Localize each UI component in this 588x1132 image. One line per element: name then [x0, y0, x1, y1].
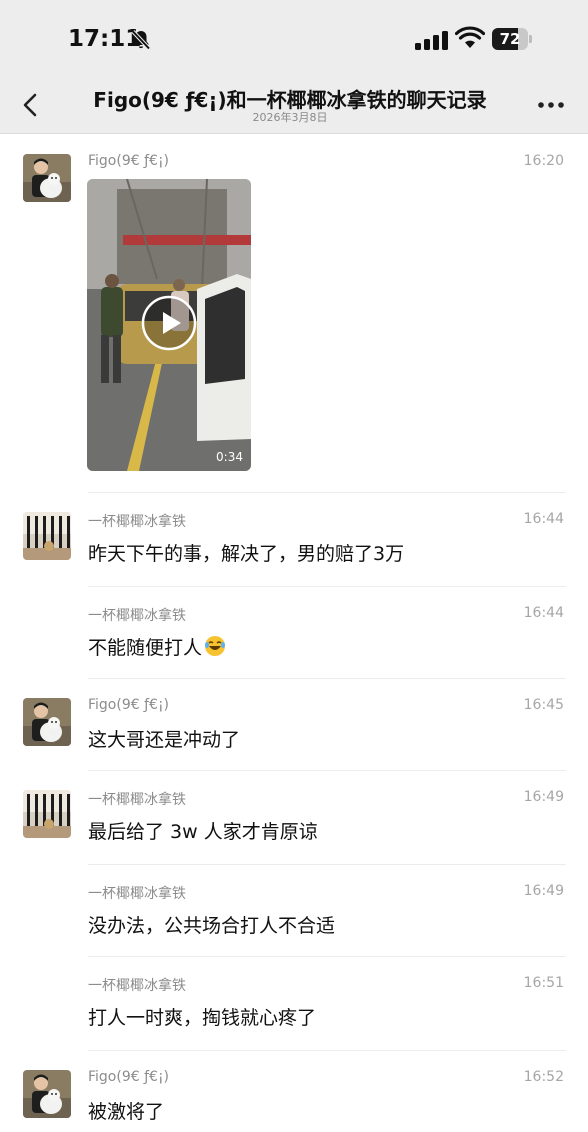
sender-name: Figo(9€ ƒ€¡)	[88, 697, 170, 713]
message-divider	[88, 586, 566, 587]
chat-message: 一杯椰椰冰拿铁 16:51 打人一时爽，掏钱就心疼了	[0, 956, 588, 1050]
chat-history-date: 2026年3月8日	[252, 111, 328, 124]
message-text: 昨天下午的事，解决了，男的赔了3万	[88, 543, 405, 565]
play-icon[interactable]	[141, 295, 197, 351]
sender-name: 一杯椰椰冰拿铁	[88, 978, 186, 994]
message-text: 没办法，公共场合打人不合适	[88, 915, 336, 937]
message-text: 这大哥还是冲动了	[88, 729, 241, 751]
avatar[interactable]	[23, 790, 71, 838]
more-options-icon[interactable]	[536, 100, 566, 110]
message-divider	[88, 956, 566, 957]
cellular-signal-icon	[415, 31, 448, 50]
sender-name: 一杯椰椰冰拿铁	[88, 608, 186, 624]
message-divider	[88, 678, 566, 679]
chat-message: 一杯椰椰冰拿铁 16:44 不能随便打人	[0, 586, 588, 678]
avatar[interactable]	[23, 512, 71, 560]
chat-message: Figo(9€ ƒ€¡) 16:45 这大哥还是冲动了	[0, 678, 588, 770]
battery-level-label: 72	[499, 30, 521, 48]
laughing-tears-emoji-icon	[205, 636, 226, 656]
nav-bar: Figo(9€ ƒ€¡)和一杯椰椰冰拿铁的聊天记录 2026年3月8日	[0, 80, 588, 134]
message-time: 16:44	[523, 511, 564, 527]
chat-message: 一杯椰椰冰拿铁 16:49 没办法，公共场合打人不合适	[0, 864, 588, 956]
back-chevron-icon[interactable]	[18, 90, 44, 120]
avatar-room-icon	[23, 512, 71, 560]
message-divider	[88, 1050, 566, 1051]
message-time: 16:44	[523, 605, 564, 621]
message-text: 不能随便打人	[88, 637, 203, 659]
message-time: 16:45	[523, 697, 564, 713]
message-text: 被激将了	[88, 1101, 165, 1123]
avatar[interactable]	[23, 154, 71, 202]
avatar[interactable]	[23, 698, 71, 746]
avatar[interactable]	[23, 1070, 71, 1118]
message-time: 16:51	[523, 975, 564, 991]
video-message-thumbnail[interactable]: 0:34	[87, 179, 251, 471]
message-text: 最后给了 3w 人家才肯原谅	[88, 821, 318, 843]
avatar-figo-icon	[23, 1070, 71, 1118]
message-divider	[88, 864, 566, 865]
sender-name: 一杯椰椰冰拿铁	[88, 514, 186, 530]
chat-message: 一杯椰椰冰拿铁 16:49 最后给了 3w 人家才肯原谅	[0, 770, 588, 864]
avatar-figo-icon	[23, 154, 71, 202]
chat-message: Figo(9€ ƒ€¡) 16:52 被激将了	[0, 1050, 588, 1132]
battery-indicator: 72	[492, 28, 532, 50]
bell-muted-icon	[131, 30, 151, 50]
avatar-figo-icon	[23, 698, 71, 746]
message-time: 16:20	[523, 153, 564, 169]
sender-name: Figo(9€ ƒ€¡)	[88, 153, 170, 169]
avatar-room-icon	[23, 790, 71, 838]
message-time: 16:49	[523, 883, 564, 899]
message-time: 16:49	[523, 789, 564, 805]
message-divider	[88, 770, 566, 771]
status-bar: 17:11 72	[0, 0, 588, 80]
wifi-icon	[455, 26, 485, 48]
message-divider	[88, 492, 566, 493]
chat-message: 一杯椰椰冰拿铁 16:44 昨天下午的事，解决了，男的赔了3万	[0, 492, 588, 586]
sender-name: 一杯椰椰冰拿铁	[88, 792, 186, 808]
video-duration: 0:34	[216, 450, 243, 464]
message-time: 16:52	[523, 1069, 564, 1085]
sender-name: 一杯椰椰冰拿铁	[88, 886, 186, 902]
sender-name: Figo(9€ ƒ€¡)	[88, 1069, 170, 1085]
message-text-row: 不能随便打人	[88, 633, 226, 660]
message-text: 打人一时爽，掏钱就心疼了	[88, 1007, 317, 1029]
